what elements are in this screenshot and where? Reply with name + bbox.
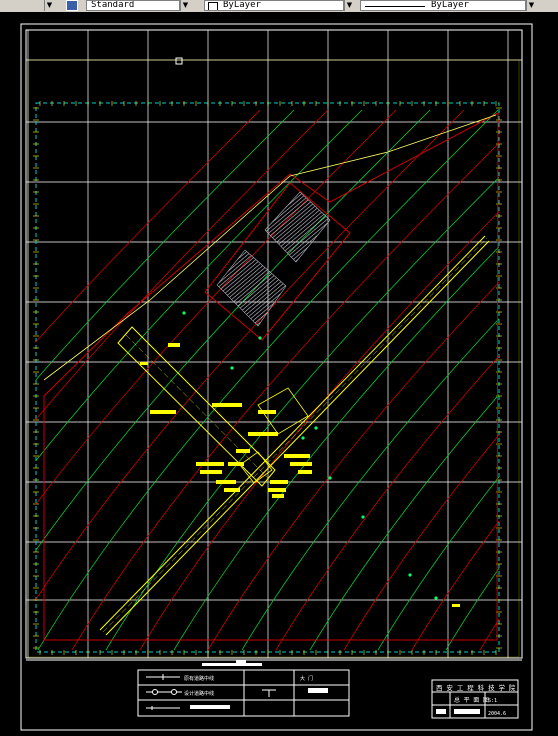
survey-point [301, 436, 305, 440]
legend-label-2: 设计道路中线 [184, 690, 214, 697]
annotation-label [224, 488, 240, 492]
title-block-scale: S:1 [488, 698, 497, 704]
annotation-label [140, 362, 148, 365]
layer-color-dropdown-arrow[interactable]: ▼ [344, 0, 354, 11]
annotation-label [200, 470, 222, 474]
survey-point [314, 426, 318, 430]
annotation-label [228, 462, 244, 466]
survey-point [361, 515, 365, 519]
title-block-drawing-title: 总 平 面 图 [454, 696, 489, 704]
title-block-school: 西 安 工 程 科 技 学 院 [436, 683, 516, 692]
survey-point [230, 366, 234, 370]
annotation-label [298, 470, 312, 474]
survey-point [182, 311, 186, 315]
title-block-date: 2004.6 [488, 711, 506, 717]
previous-dropdown-arrow[interactable]: ▼ [44, 0, 54, 11]
text-style-value: Standard [91, 0, 135, 10]
annotation-label [270, 480, 288, 484]
linetype-value: ByLayer [431, 0, 469, 10]
layer-color-value: ByLayer [223, 0, 261, 10]
survey-point [328, 476, 332, 480]
annotation-label [196, 462, 224, 466]
annotation-label [268, 488, 286, 492]
linetype-dropdown-arrow[interactable]: ▼ [526, 0, 536, 11]
scale-bar [202, 663, 262, 666]
survey-point [434, 596, 438, 600]
legend-label-1: 原有道路中线 [184, 675, 214, 682]
annotation-label [216, 480, 236, 484]
annotation-label [452, 604, 460, 607]
legend-symbol-gate [308, 688, 328, 693]
scale-bar-tick [236, 660, 246, 665]
legend-right-label-1: 大 门 [300, 675, 313, 682]
annotation-label [284, 454, 310, 458]
annotation-label [258, 410, 276, 414]
survey-point [258, 336, 262, 340]
color-swatch-icon [208, 2, 218, 10]
annotation-label [168, 343, 180, 347]
annotation-label [248, 432, 278, 436]
linetype-combo[interactable]: ByLayer [360, 0, 526, 11]
annotation-label [212, 403, 242, 407]
annotation-label [290, 462, 312, 466]
annotation-label [272, 494, 284, 498]
layer-color-combo[interactable]: ByLayer [204, 0, 344, 11]
text-style-combo[interactable]: Standard [86, 0, 180, 11]
drawing-canvas[interactable]: 原有道路中线 设计道路中线 大 门 西 安 工 程 科 技 学 院 总 平 面 … [0, 12, 558, 736]
text-style-dropdown-arrow[interactable]: ▼ [180, 0, 190, 11]
linetype-preview-icon [365, 6, 425, 7]
survey-point [408, 573, 412, 577]
annotation-label [150, 410, 176, 414]
text-style-icon[interactable] [66, 0, 78, 11]
annotation-label [236, 449, 250, 453]
